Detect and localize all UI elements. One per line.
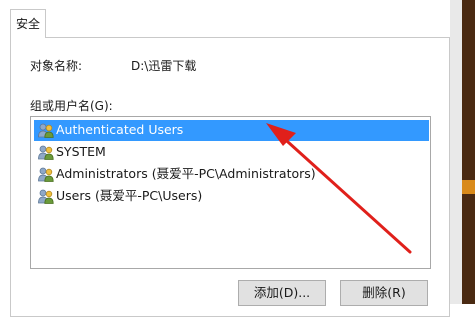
list-item-system[interactable]: SYSTEM <box>34 142 429 163</box>
user-group-icon <box>38 167 54 182</box>
group-or-user-names-label: 组或用户名(G): <box>30 99 113 113</box>
list-item-label: Authenticated Users <box>56 122 184 137</box>
background-window-dark <box>462 0 475 304</box>
add-button[interactable]: 添加(D)... <box>238 280 326 306</box>
list-item-label: Administrators (聂爱平-PC\Administrators) <box>56 166 316 181</box>
list-item-authenticated-users[interactable]: Authenticated Users <box>34 120 429 141</box>
tab-strip <box>0 0 475 38</box>
object-name-label: 对象名称: <box>30 59 83 73</box>
user-group-icon <box>38 189 54 204</box>
background-window-accent <box>462 180 475 194</box>
object-name-value: D:\迅雷下载 <box>131 59 197 73</box>
tab-security[interactable]: 安全 <box>10 9 46 38</box>
user-listbox[interactable]: Authenticated Users SYSTEM Administrator… <box>30 116 431 269</box>
list-item-label: Users (聂爱平-PC\Users) <box>56 188 203 203</box>
user-group-icon <box>38 145 54 160</box>
user-group-icon <box>38 123 54 138</box>
remove-button[interactable]: 删除(R) <box>340 280 428 306</box>
list-item-label: SYSTEM <box>56 144 106 159</box>
list-item-users[interactable]: Users (聂爱平-PC\Users) <box>34 186 429 207</box>
list-item-administrators[interactable]: Administrators (聂爱平-PC\Administrators) <box>34 164 429 185</box>
